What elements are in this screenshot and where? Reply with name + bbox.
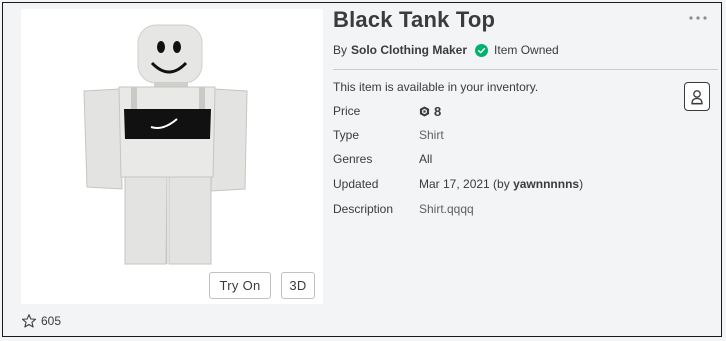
availability-text: This item is available in your inventory… [333,80,539,94]
3d-view-button[interactable]: 3D [281,272,315,299]
price-value: 8 [419,104,441,119]
item-title: Black Tank Top [333,7,496,32]
item-details-frame: Try On 3D 605 Black Tank Top By Solo Clo… [2,2,722,337]
wear-icon [691,89,703,104]
updated-date: Mar 17, 2021 (by [419,177,514,191]
favorite-button[interactable]: 605 [21,311,61,331]
type-label: Type [333,128,360,142]
more-icon[interactable] [687,12,709,24]
updated-label: Updated [333,177,379,191]
wear-button[interactable] [684,82,710,111]
try-on-button[interactable]: Try On [209,272,271,299]
item-byline: By Solo Clothing Maker Item Owned [333,43,559,57]
by-label: By [333,43,348,57]
description-label: Description [333,202,394,216]
avatar-preview [83,24,248,265]
price-amount: 8 [434,104,442,119]
updated-value: Mar 17, 2021 (by yawnnnnns) [419,177,583,191]
owned-status: Item Owned [494,43,559,57]
genres-label: Genres [333,152,373,166]
creator-link[interactable]: Solo Clothing Maker [351,43,467,57]
header-divider [333,69,718,70]
updated-close: ) [579,177,584,191]
genres-value[interactable]: All [419,152,432,166]
star-outline-icon [21,314,37,328]
price-label: Price [333,104,361,118]
check-circle-icon [475,43,489,57]
updated-by-link[interactable]: yawnnnnns [513,177,579,191]
favorite-count: 605 [41,314,62,328]
description-value: Shirt.qqqq [419,202,474,216]
robux-icon [419,106,430,117]
type-value: Shirt [419,128,444,142]
item-thumbnail-panel: Try On 3D [21,9,323,304]
